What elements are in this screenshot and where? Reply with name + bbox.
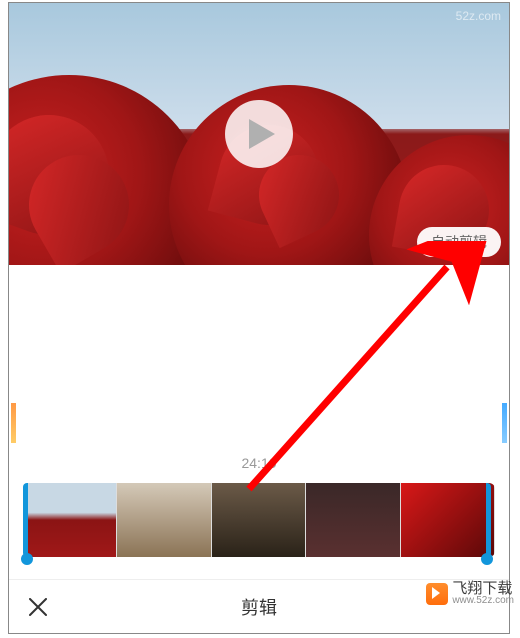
video-preview[interactable]: 52z.com 自动剪辑: [9, 3, 509, 265]
trim-handle-left[interactable]: [21, 553, 33, 565]
timeline-thumb[interactable]: [306, 483, 400, 557]
trim-bar-left[interactable]: [23, 483, 28, 557]
play-button[interactable]: [225, 100, 293, 168]
auto-edit-label: 自动剪辑: [431, 234, 487, 250]
watermark-brand: 飞翔下载: [452, 581, 514, 596]
timecode: 24:10: [241, 455, 276, 471]
watermark-url: www.52z.com: [452, 596, 514, 606]
timeline[interactable]: [23, 483, 495, 557]
annotation-arrow: [189, 241, 489, 501]
gradient-accent-left: [11, 403, 16, 443]
gradient-accent-right: [502, 403, 507, 443]
editor-frame: 52z.com 自动剪辑 24:10: [8, 2, 510, 634]
site-watermark: 飞翔下载 www.52z.com: [426, 581, 514, 606]
timeline-thumb[interactable]: [117, 483, 211, 557]
auto-edit-button[interactable]: 自动剪辑: [417, 227, 501, 257]
timeline-thumb[interactable]: [23, 483, 117, 557]
timeline-thumb[interactable]: [401, 483, 495, 557]
watermark-icon: [426, 583, 448, 605]
corner-watermark: 52z.com: [456, 9, 501, 23]
play-icon: [249, 119, 275, 149]
trim-bar-right[interactable]: [486, 483, 491, 557]
timeline-thumb[interactable]: [212, 483, 306, 557]
trim-handle-right[interactable]: [481, 553, 493, 565]
